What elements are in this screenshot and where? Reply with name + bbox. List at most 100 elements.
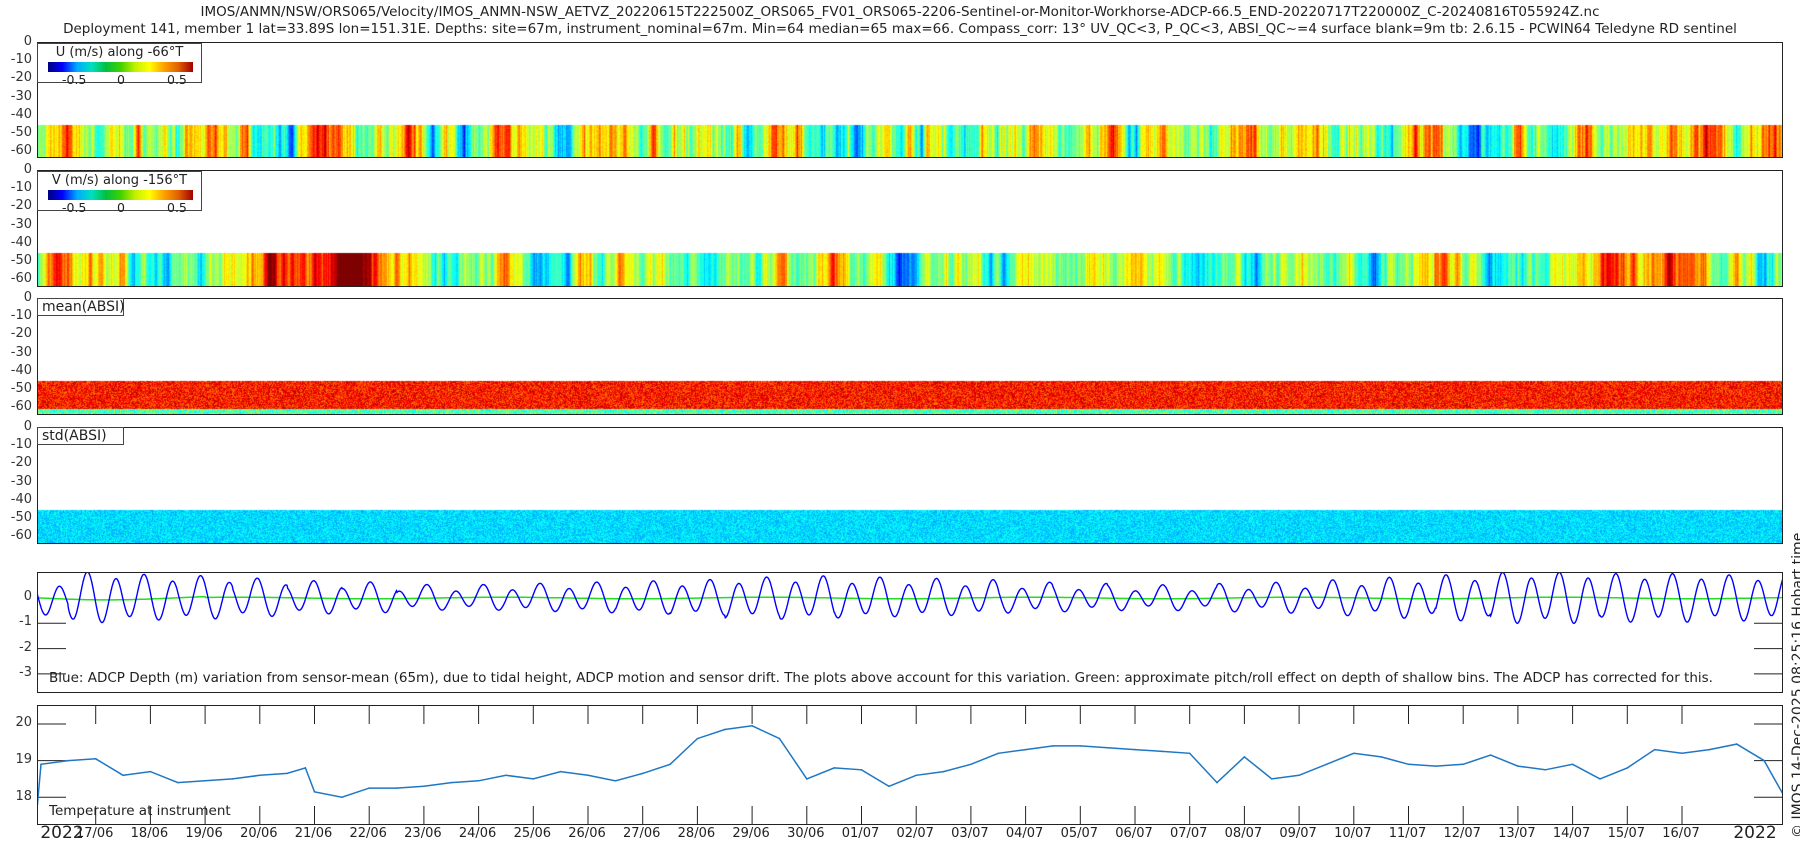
depth-tick-label: -30	[10, 473, 32, 489]
temperature-point	[1161, 750, 1164, 753]
temperature-point	[559, 770, 562, 773]
u-legend-title: U (m/s) along -66°T	[55, 45, 184, 60]
temperature-point	[587, 774, 589, 777]
depth-tick-label: -20	[10, 326, 32, 342]
temperature-point	[1462, 763, 1464, 766]
temperature-point	[176, 781, 179, 784]
temperature-point	[1216, 781, 1218, 784]
temperature-point	[122, 774, 124, 777]
depth-tick-label: -60	[10, 399, 32, 415]
temperature-point	[1708, 748, 1711, 751]
temperature-point	[231, 778, 234, 780]
date-tick-label: 28/06	[677, 826, 716, 841]
temperature-point	[1052, 745, 1054, 747]
v-colorbar-tick: -0.5	[62, 200, 87, 215]
date-tick-label: 18/06	[130, 826, 169, 841]
depth-variation-tick-label: 0	[23, 589, 32, 604]
temperature-point	[423, 785, 425, 788]
v-colorbar-tick: 0	[117, 200, 125, 215]
mean-absi-label: mean(ABSI)	[37, 298, 125, 316]
v-colorbar-tick: 0.5	[167, 200, 187, 215]
temperature-point	[942, 770, 945, 773]
depth-tick-label: -30	[10, 88, 32, 104]
mean-absi-heatmap	[37, 298, 1783, 415]
temperature-point	[313, 790, 316, 793]
temperature-point	[1188, 752, 1191, 755]
v-velocity-heatmap	[37, 170, 1783, 287]
temperature-point	[1489, 754, 1492, 756]
depth-tick-label: -60	[10, 528, 32, 544]
temperature-point	[860, 768, 863, 771]
std-absi-label: std(ABSI)	[37, 427, 124, 445]
temperature-point	[450, 781, 453, 784]
std-absi-heatmap	[37, 427, 1783, 544]
depth-tick-label: -30	[10, 216, 32, 232]
date-tick-label: 21/06	[294, 826, 333, 841]
date-tick-label: 20/06	[240, 826, 278, 841]
temperature-point	[614, 779, 617, 782]
date-tick-label: 22/06	[349, 826, 387, 841]
temperature-point	[915, 774, 917, 777]
depth-tick-label: -40	[10, 362, 32, 378]
depth-tick-label: 0	[23, 290, 32, 305]
temperature-point	[40, 763, 42, 766]
temperature-line	[38, 725, 1782, 805]
depth-tick-label: -50	[10, 124, 32, 140]
depth-tick-label: -30	[10, 344, 32, 360]
figure-title-line2: Deployment 141, member 1 lat=33.89S lon=…	[63, 21, 1737, 37]
temperature-tick-label: 19	[15, 752, 32, 767]
depth-tick-label: -10	[10, 180, 32, 196]
temperature-point	[368, 787, 371, 789]
temperature-point	[259, 774, 261, 777]
v-colorbar	[48, 190, 193, 200]
depth-tick-label: -20	[10, 198, 32, 214]
v-colorbar-legend: V (m/s) along -156°T -0.5 0 0.5	[37, 171, 202, 215]
date-tick-label: 05/07	[1060, 826, 1099, 841]
temperature-point	[477, 779, 480, 782]
u-colorbar-tick: 0	[117, 72, 125, 87]
depth-tick-label: -60	[10, 143, 32, 159]
temperature-point	[1653, 748, 1656, 751]
temperature-point	[888, 785, 890, 788]
depth-tick-label: -40	[10, 234, 32, 250]
temperature-point	[1571, 763, 1574, 766]
date-tick-label: 16/07	[1662, 826, 1700, 841]
temperature-point	[997, 752, 1000, 755]
temperature-point	[1407, 763, 1410, 766]
temperature-point	[1599, 778, 1601, 780]
date-tick-label: 14/07	[1552, 826, 1591, 841]
temperature-point	[1435, 765, 1437, 767]
temperature-point	[1270, 778, 1273, 780]
depth-tick-label: 0	[23, 419, 32, 434]
temperature-point	[149, 770, 152, 773]
depth-tick-label: -40	[10, 106, 32, 122]
date-tick-label: 08/07	[1224, 826, 1263, 841]
date-tick-label: 15/07	[1607, 826, 1646, 841]
temperature-point	[204, 779, 206, 782]
date-tick-label: 12/07	[1443, 826, 1481, 841]
depth-variation-tick-label: -1	[19, 614, 32, 630]
depth-variation-tick-label: -3	[19, 664, 32, 680]
u-colorbar	[48, 62, 193, 72]
depth-tick-label: -20	[10, 455, 32, 471]
temperature-point	[778, 737, 781, 740]
date-tick-label: 24/06	[458, 826, 497, 841]
date-tick-label: 01/07	[841, 826, 880, 841]
temperature-point	[1243, 756, 1246, 758]
date-tick-label: 10/07	[1334, 826, 1372, 841]
date-tick-label: 30/06	[787, 826, 825, 841]
temperature-tick-label: 18	[15, 789, 32, 804]
date-tick-label: 23/06	[404, 826, 442, 841]
temperature-tick-label: 20	[15, 715, 32, 730]
depth-tick-label: 0	[23, 162, 32, 177]
depth-tick-label: -50	[10, 509, 32, 525]
temperature-point	[1763, 759, 1765, 762]
temperature-point	[304, 767, 307, 769]
temperature-point	[1134, 748, 1136, 751]
depth-tick-label: -20	[10, 70, 32, 86]
u-velocity-heatmap	[37, 42, 1783, 158]
temperature-point	[395, 787, 398, 789]
temperature-point	[669, 763, 671, 766]
temperature-plot	[37, 705, 1783, 825]
temperature-point	[1380, 756, 1382, 758]
